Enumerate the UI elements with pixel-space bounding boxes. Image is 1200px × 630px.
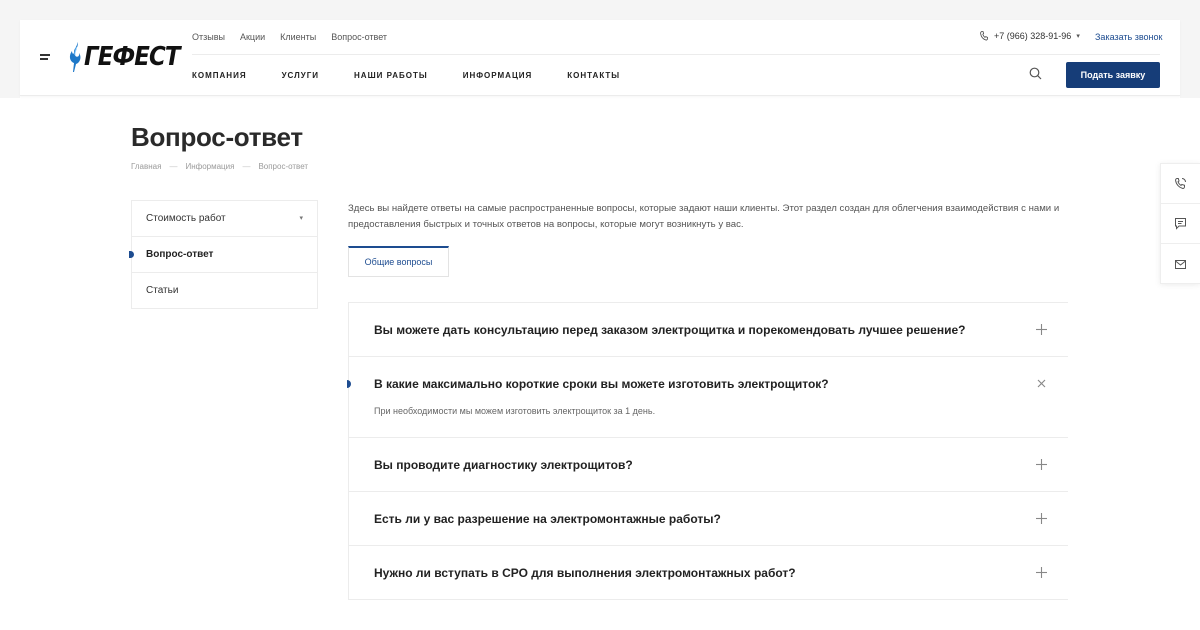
logo-flame-icon bbox=[69, 42, 81, 72]
page-right-background bbox=[1180, 0, 1200, 98]
faq-item: Вы можете дать консультацию перед заказо… bbox=[349, 303, 1068, 357]
sidebar-item-faq[interactable]: Вопрос-ответ bbox=[129, 236, 317, 272]
faq-question[interactable]: Вы проводите диагностику электрощитов? bbox=[349, 438, 1068, 491]
page-title: Вопрос-ответ bbox=[131, 122, 303, 152]
plus-icon[interactable] bbox=[1035, 566, 1048, 579]
chevron-down-icon: ▾ bbox=[299, 215, 303, 222]
phone-icon bbox=[980, 31, 988, 41]
breadcrumb-separator: — bbox=[242, 162, 251, 171]
breadcrumb-information[interactable]: Информация bbox=[185, 162, 234, 171]
top-nav-clients[interactable]: Клиенты bbox=[280, 32, 316, 42]
phone-dropdown[interactable]: +7 (966) 328-91-96 ▾ bbox=[980, 31, 1080, 41]
chevron-down-icon: ▾ bbox=[1076, 33, 1080, 40]
breadcrumb-separator: — bbox=[169, 162, 178, 171]
callback-link[interactable]: Заказать звонок bbox=[1095, 32, 1162, 42]
breadcrumb-current: Вопрос-ответ bbox=[258, 162, 309, 171]
faq-item: Вы проводите диагностику электрощитов? bbox=[349, 438, 1068, 492]
faq-answer: При необходимости мы можем изготовить эл… bbox=[374, 406, 656, 416]
site-header: ГЕФЕСТ Отзывы Акции Клиенты Вопрос-ответ… bbox=[20, 20, 1180, 96]
sidebar-item-label: Стоимость работ bbox=[146, 213, 226, 224]
submit-request-button[interactable]: Подать заявку bbox=[1066, 62, 1160, 88]
page-top-background bbox=[0, 0, 1200, 20]
float-phone-call-button[interactable] bbox=[1161, 164, 1200, 204]
main-nav-contacts[interactable]: КОНТАКТЫ bbox=[567, 71, 620, 80]
logo[interactable]: ГЕФЕСТ bbox=[68, 40, 193, 74]
burger-menu-icon[interactable] bbox=[40, 54, 52, 62]
close-icon[interactable] bbox=[1035, 377, 1048, 390]
main-nav-information[interactable]: ИНФОРМАЦИЯ bbox=[463, 71, 533, 80]
sidebar-item-label: Вопрос-ответ bbox=[146, 249, 214, 260]
faq-item-open: В какие максимально короткие сроки вы мо… bbox=[347, 357, 1068, 438]
faq-question[interactable]: В какие максимально короткие сроки вы мо… bbox=[349, 357, 1068, 410]
faq-accordion: Вы можете дать консультацию перед заказо… bbox=[347, 302, 1068, 600]
floating-contact-panel bbox=[1160, 163, 1200, 284]
faq-question[interactable]: Есть ли у вас разрешение на электромонта… bbox=[349, 492, 1068, 545]
breadcrumb: Главная — Информация — Вопрос-ответ bbox=[131, 162, 308, 171]
phone-call-icon bbox=[1175, 178, 1186, 189]
top-nav: Отзывы Акции Клиенты Вопрос-ответ bbox=[192, 32, 387, 42]
top-nav-faq[interactable]: Вопрос-ответ bbox=[331, 32, 387, 42]
float-chat-button[interactable] bbox=[1161, 204, 1200, 244]
top-nav-promotions[interactable]: Акции bbox=[240, 32, 265, 42]
header-divider bbox=[192, 54, 1160, 55]
plus-icon[interactable] bbox=[1035, 512, 1048, 525]
search-icon[interactable] bbox=[1029, 67, 1042, 80]
sidebar-menu: Стоимость работ ▾ Вопрос-ответ Статьи bbox=[129, 200, 318, 309]
top-nav-reviews[interactable]: Отзывы bbox=[192, 32, 225, 42]
faq-question[interactable]: Вы можете дать консультацию перед заказо… bbox=[349, 303, 1068, 356]
main-nav-services[interactable]: УСЛУГИ bbox=[282, 71, 319, 80]
float-mail-button[interactable] bbox=[1161, 244, 1200, 284]
main-nav-our-works[interactable]: НАШИ РАБОТЫ bbox=[354, 71, 428, 80]
sidebar-item-articles[interactable]: Статьи bbox=[132, 272, 317, 308]
main-nav-company[interactable]: КОМПАНИЯ bbox=[192, 71, 247, 80]
sidebar-item-label: Статьи bbox=[146, 285, 179, 296]
phone-number: +7 (966) 328-91-96 bbox=[994, 31, 1072, 41]
chat-icon bbox=[1175, 218, 1186, 230]
tab-general-questions[interactable]: Общие вопросы bbox=[348, 246, 449, 277]
page-left-background bbox=[0, 0, 20, 98]
main-nav: КОМПАНИЯ УСЛУГИ НАШИ РАБОТЫ ИНФОРМАЦИЯ К… bbox=[192, 71, 620, 80]
breadcrumb-home[interactable]: Главная bbox=[131, 162, 161, 171]
sidebar-item-pricing[interactable]: Стоимость работ ▾ bbox=[132, 200, 317, 236]
active-indicator bbox=[129, 251, 134, 258]
intro-text: Здесь вы найдете ответы на самые распрос… bbox=[348, 203, 1060, 230]
plus-icon[interactable] bbox=[1035, 458, 1048, 471]
faq-item: Есть ли у вас разрешение на электромонта… bbox=[349, 492, 1068, 546]
mail-icon bbox=[1175, 259, 1186, 269]
logo-text: ГЕФЕСТ bbox=[84, 42, 181, 72]
faq-item: Нужно ли вступать в СРО для выполнения э… bbox=[349, 546, 1068, 600]
plus-icon[interactable] bbox=[1035, 323, 1048, 336]
faq-question[interactable]: Нужно ли вступать в СРО для выполнения э… bbox=[349, 546, 1068, 599]
